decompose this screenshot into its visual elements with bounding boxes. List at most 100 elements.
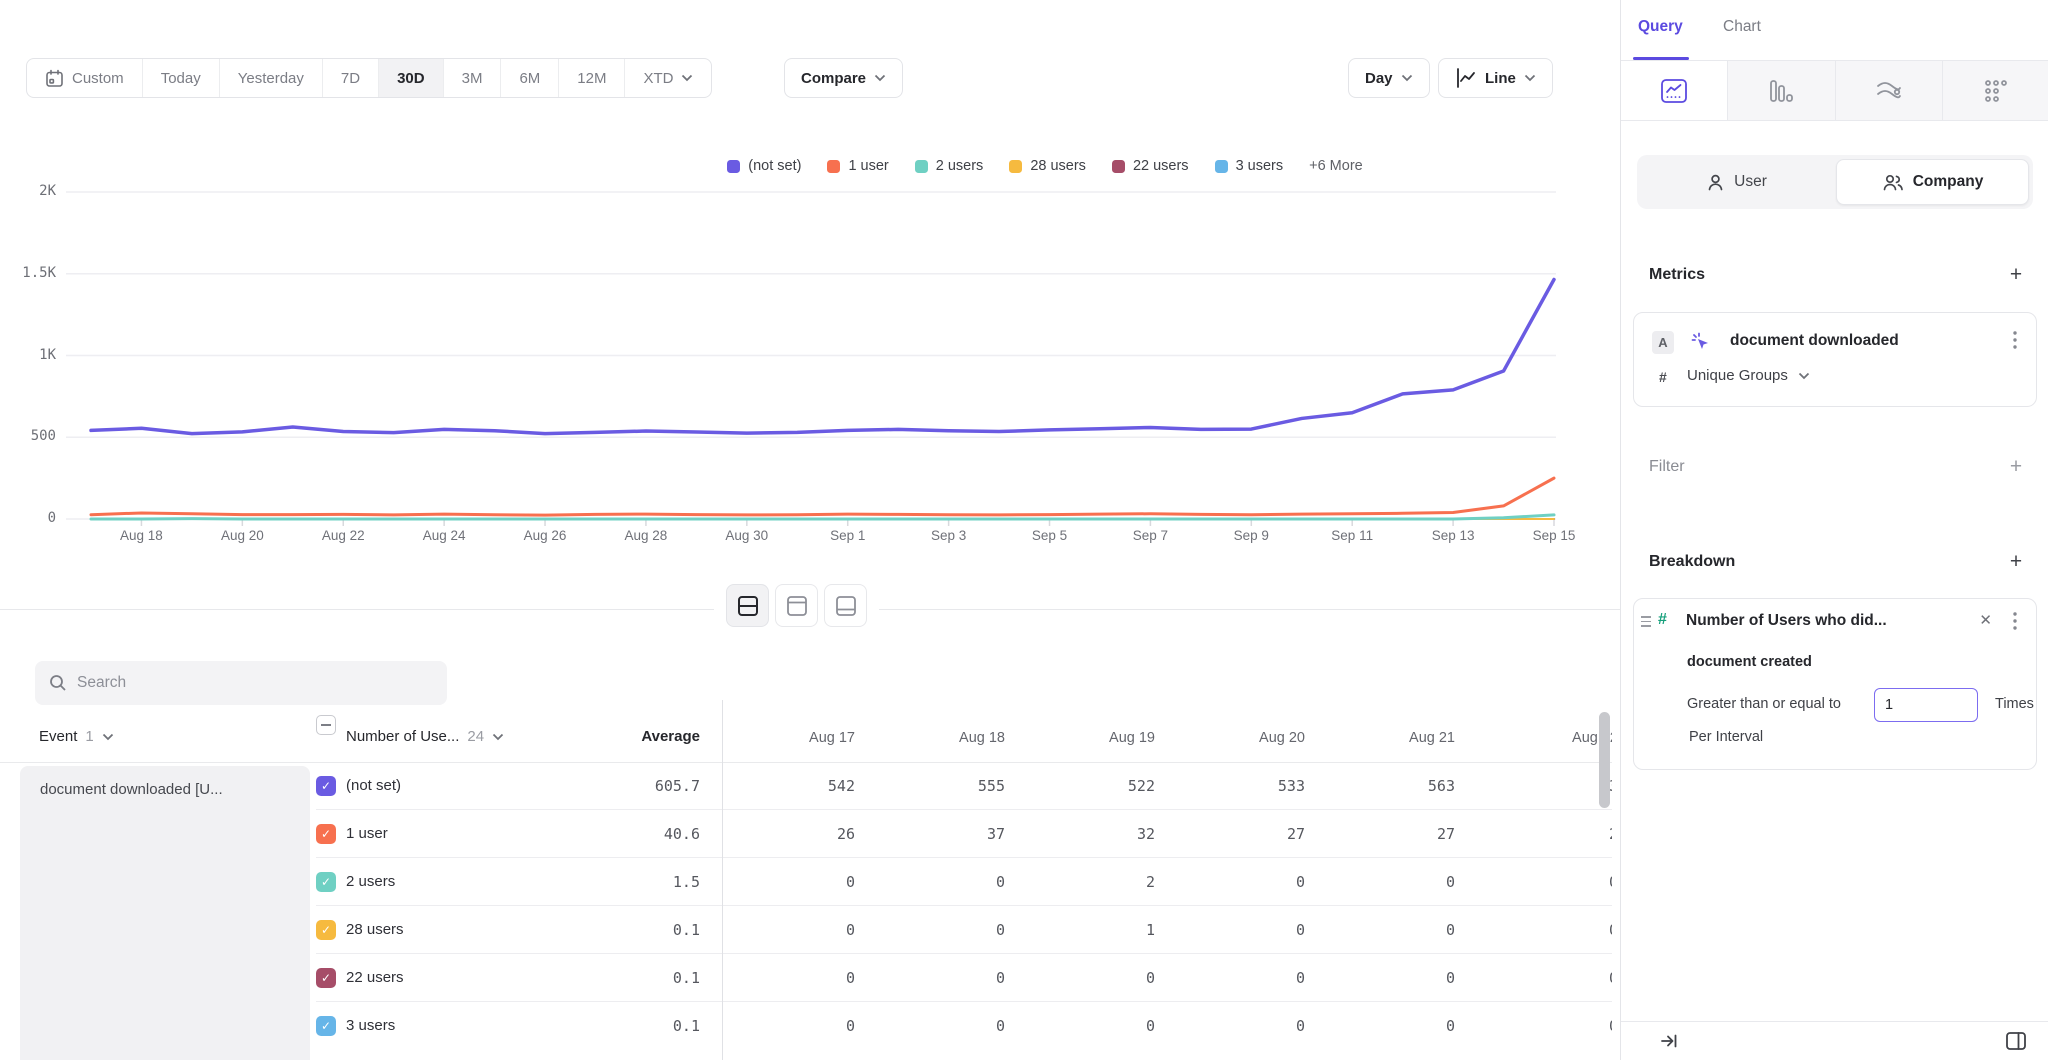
per-interval-dropdown[interactable]: Per Interval <box>1689 729 1763 745</box>
row-value: 0 <box>1296 906 1305 954</box>
legend-label: 22 users <box>1133 158 1189 174</box>
audience-company-option[interactable]: Company <box>1836 159 2029 205</box>
legend-item[interactable]: (not set) <box>727 158 801 174</box>
chart-legend: (not set) 1 user 2 users 28 users 22 users 3 … <box>470 155 1620 177</box>
times-value-input[interactable] <box>1874 688 1978 722</box>
y-axis-label: 500 <box>0 428 56 444</box>
row-value: 0 <box>846 906 855 954</box>
add-metric-button[interactable]: + <box>2004 264 2028 288</box>
row-label: 3 users <box>346 1002 395 1050</box>
row-checkbox[interactable]: ✓ <box>316 968 336 988</box>
range-30d[interactable]: 30D <box>378 59 443 97</box>
split-view-button[interactable] <box>2005 1031 2027 1056</box>
date-column-header[interactable]: Aug 18 <box>959 730 1005 746</box>
legend-swatch <box>1009 160 1022 173</box>
table-row: ✓28 users0.1001000 <box>0 906 1612 954</box>
range-xtd[interactable]: XTD <box>624 59 711 97</box>
event-column-header[interactable]: Event 1 <box>39 728 114 745</box>
date-column-header[interactable]: Aug 21 <box>1409 730 1455 746</box>
range-3m[interactable]: 3M <box>443 59 501 97</box>
legend-item[interactable]: 3 users <box>1215 158 1284 174</box>
chart-type-line-button[interactable] <box>1621 61 1727 120</box>
row-checkbox[interactable]: ✓ <box>316 824 336 844</box>
legend-item[interactable]: 22 users <box>1112 158 1189 174</box>
x-axis-label: Sep 9 <box>1211 528 1291 543</box>
metric-card[interactable]: A document downloaded # Unique Groups <box>1633 312 2037 407</box>
chart-type-flow-button[interactable] <box>1835 61 1942 120</box>
date-column-header[interactable]: Aug 19 <box>1109 730 1155 746</box>
date-column-header[interactable]: Aug 20 <box>1259 730 1305 746</box>
layout-bottom-button[interactable] <box>824 584 867 627</box>
legend-item[interactable]: 1 user <box>827 158 888 174</box>
company-option-label: Company <box>1913 173 1984 191</box>
row-value: 0 <box>996 1002 1005 1050</box>
row-checkbox[interactable]: ✓ <box>316 872 336 892</box>
audience-user-option[interactable]: User <box>1641 159 1832 205</box>
legend-swatch <box>827 160 840 173</box>
range-7d[interactable]: 7D <box>322 59 378 97</box>
legend-label: 3 users <box>1236 158 1284 174</box>
row-value: 0 <box>1146 1002 1155 1050</box>
range-label: 3M <box>462 70 483 87</box>
row-checkbox[interactable]: ✓ <box>316 920 336 940</box>
chevron-down-icon <box>681 74 693 82</box>
flow-chart-icon <box>1875 78 1903 104</box>
row-value: 0 <box>996 906 1005 954</box>
average-column-header[interactable]: Average <box>641 728 700 745</box>
table-scrollbar[interactable] <box>1599 712 1610 808</box>
user-icon <box>1706 173 1725 192</box>
layout-top-button[interactable] <box>775 584 818 627</box>
chart-style-dropdown[interactable]: Line <box>1438 58 1553 98</box>
compare-label: Compare <box>801 70 866 87</box>
group-column-header[interactable]: Number of Use... 24 <box>346 728 504 745</box>
interval-dropdown[interactable]: Day <box>1348 58 1430 98</box>
breakdown-event-name[interactable]: document created <box>1687 654 1812 670</box>
chart-type-scatter-button[interactable] <box>1942 61 2048 120</box>
add-breakdown-button[interactable]: + <box>2004 551 2028 575</box>
x-axis-label: Aug 22 <box>303 528 383 543</box>
metric-kebab-menu-icon[interactable] <box>2006 330 2024 350</box>
breakdown-table: Event 1 Number of Use... 24 Average Aug … <box>0 700 1612 1060</box>
legend-label: 28 users <box>1030 158 1086 174</box>
close-icon[interactable]: ✕ <box>1979 611 1992 629</box>
breakdown-kebab-menu-icon[interactable] <box>2006 611 2024 631</box>
row-checkbox[interactable]: ✓ <box>316 1016 336 1036</box>
user-option-label: User <box>1734 173 1767 191</box>
search-input[interactable] <box>77 674 433 692</box>
range-today[interactable]: Today <box>142 59 219 97</box>
chart-type-bar-button[interactable] <box>1727 61 1834 120</box>
row-label: 28 users <box>346 906 404 954</box>
drag-handle-icon[interactable] <box>1641 616 1651 627</box>
breakdown-title[interactable]: Number of Users who did... <box>1686 612 1887 630</box>
row-value: 563 <box>1428 762 1455 810</box>
tab-query[interactable]: Query <box>1638 18 1683 36</box>
row-value: 32 <box>1137 810 1155 858</box>
collapse-panel-button[interactable] <box>1659 1031 1679 1056</box>
range-6m[interactable]: 6M <box>500 59 558 97</box>
compare-button[interactable]: Compare <box>784 58 903 98</box>
aggregation-dropdown[interactable]: Unique Groups <box>1687 367 1810 384</box>
tab-chart[interactable]: Chart <box>1723 18 1761 36</box>
date-column-header[interactable]: Aug 17 <box>809 730 855 746</box>
add-filter-button[interactable]: + <box>2004 456 2028 480</box>
condition-label[interactable]: Greater than or equal to <box>1687 696 1841 712</box>
row-value: 0 <box>1609 954 1612 1002</box>
range-label: 30D <box>397 70 425 87</box>
row-value: 0 <box>1146 954 1155 1002</box>
group-count: 24 <box>467 728 484 745</box>
range-yesterday[interactable]: Yesterday <box>219 59 322 97</box>
legend-item[interactable]: 28 users <box>1009 158 1086 174</box>
legend-more[interactable]: +6 More <box>1309 158 1363 174</box>
metric-event-name[interactable]: document downloaded <box>1730 332 1899 350</box>
range-custom[interactable]: Custom <box>27 59 142 97</box>
layout-split-button[interactable] <box>726 584 769 627</box>
legend-item[interactable]: 2 users <box>915 158 984 174</box>
series-line <box>91 478 1554 515</box>
row-value: 0 <box>1446 858 1455 906</box>
select-all-checkbox[interactable] <box>316 715 336 735</box>
range-12m[interactable]: 12M <box>558 59 624 97</box>
table-row: ✓2 users1.5002000 <box>0 858 1612 906</box>
row-checkbox[interactable]: ✓ <box>316 776 336 796</box>
row-average: 0.1 <box>673 1002 700 1050</box>
row-label: 22 users <box>346 954 404 1002</box>
